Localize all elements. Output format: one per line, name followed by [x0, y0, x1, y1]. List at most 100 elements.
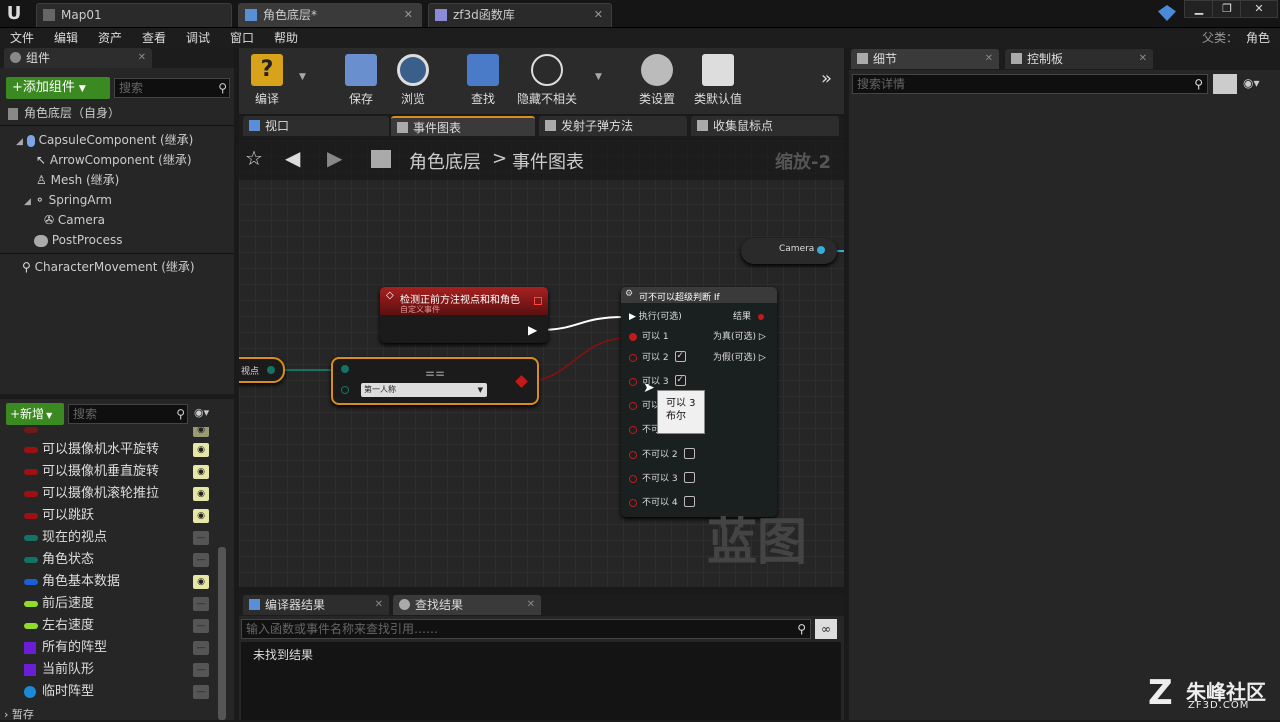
variable-row[interactable]: 前后速度 — — [0, 593, 215, 615]
close-icon[interactable]: ✕ — [1139, 49, 1147, 69]
menu-help[interactable]: 帮助 — [274, 28, 298, 48]
bool-input-pin[interactable]: 可以 1 — [629, 329, 669, 345]
components-search-input[interactable]: 搜索 ⚲ — [114, 78, 230, 98]
tab-components[interactable]: 组件 ✕ — [4, 48, 152, 68]
bool-out-pin-icon[interactable] — [515, 375, 528, 388]
delegate-pin-icon[interactable] — [534, 297, 542, 305]
property-matrix-icon[interactable] — [1213, 74, 1237, 94]
menu-edit[interactable]: 编辑 — [54, 28, 78, 48]
enum-pin-icon[interactable] — [341, 386, 349, 394]
doc-tab-blueprint[interactable]: 角色底层* ✕ — [238, 3, 422, 27]
variable-row[interactable]: 可以摄像机垂直旋转 ◉ — [0, 461, 215, 483]
equal-enum-node[interactable]: == 第一人称 ▼ — [331, 357, 539, 405]
checkbox[interactable] — [683, 496, 695, 507]
eye-icon[interactable]: ◉ — [193, 443, 209, 457]
bool-input-pin[interactable]: 可以 2 ✓ — [629, 350, 686, 366]
eye-icon[interactable]: — — [193, 663, 209, 677]
byte-pin-icon[interactable] — [267, 366, 275, 374]
tab-event-graph[interactable]: 事件图表 — [391, 116, 535, 136]
component-root[interactable]: 角色底层（自身） — [8, 103, 120, 123]
variable-row[interactable]: 临时阵型 — — [0, 681, 215, 703]
minimize-button[interactable]: ▁ — [1184, 0, 1214, 18]
view-options-icon[interactable]: ◉▾ — [1243, 76, 1260, 90]
result-pin[interactable]: 结果 — [733, 309, 764, 325]
eye-icon[interactable]: ◉ — [193, 575, 209, 589]
variable-row[interactable]: 左右速度 — — [0, 615, 215, 637]
find-in-all-blueprints-button[interactable]: ∞ — [815, 619, 837, 639]
tab-compiler-results[interactable]: 编译器结果 ✕ — [243, 595, 389, 615]
bool-input-pin[interactable]: 不可以 4 — [629, 495, 695, 511]
my-blueprint-search-input[interactable]: 搜索 ⚲ — [68, 404, 188, 424]
blueprint-graph[interactable]: ☆ ◀ ▶ 角色底层 > 事件图表 缩放-2 Camera ◇ 检测正前方注视点… — [239, 140, 844, 587]
custom-event-node[interactable]: ◇ 检测正前方注视点和和角色 自定义事件 ▶ — [380, 287, 548, 343]
menu-window[interactable]: 窗口 — [230, 28, 254, 48]
checkbox[interactable] — [683, 472, 695, 483]
eye-icon[interactable]: — — [193, 619, 209, 633]
close-icon[interactable]: ✕ — [138, 48, 146, 68]
tab-palette[interactable]: 控制板 ✕ — [1005, 49, 1153, 69]
doc-tab-map01[interactable]: Map01 — [36, 3, 232, 27]
eye-icon[interactable]: ◉ — [193, 427, 209, 437]
scrollbar[interactable] — [218, 547, 226, 720]
maximize-button[interactable]: ❐ — [1212, 0, 1242, 18]
source-control-icon[interactable] — [1158, 5, 1176, 21]
true-out-pin[interactable]: 为真(可选) ▷ — [713, 329, 766, 345]
component-postprocess[interactable]: PostProcess — [34, 230, 122, 250]
variable-get-node[interactable]: 视点 — [239, 357, 285, 383]
close-icon[interactable]: ✕ — [594, 4, 603, 26]
eye-icon[interactable]: — — [193, 531, 209, 545]
find-button[interactable]: 查找 — [455, 48, 511, 114]
exec-in-pin[interactable]: ▶ 执行(可选) — [629, 309, 682, 325]
compile-button[interactable]: ? 编译 — [239, 48, 295, 114]
close-icon[interactable]: ✕ — [527, 595, 535, 615]
details-search-input[interactable]: 搜索详情 ⚲ — [852, 74, 1208, 94]
camera-node[interactable]: Camera — [741, 238, 837, 264]
enum-dropdown[interactable]: 第一人称 ▼ — [361, 383, 487, 397]
variable-row[interactable]: 现在的视点 — — [0, 527, 215, 549]
tab-details[interactable]: 细节 ✕ — [851, 49, 999, 69]
checkbox[interactable] — [683, 448, 695, 459]
eye-icon[interactable]: — — [193, 553, 209, 567]
parent-class-value[interactable]: 角色 — [1246, 28, 1270, 48]
find-references-input[interactable]: 输入函数或事件名称来查找引用…… ⚲ — [241, 619, 811, 639]
variable-row[interactable]: 所有的阵型 — — [0, 637, 215, 659]
close-icon[interactable]: ✕ — [375, 595, 383, 615]
tab-find-results[interactable]: 查找结果 ✕ — [393, 595, 541, 615]
eye-icon[interactable]: ◉ — [193, 487, 209, 501]
view-options-icon[interactable]: ◉▾ — [194, 406, 222, 422]
compile-options-chevron-icon[interactable]: ▼ — [299, 72, 306, 82]
class-settings-button[interactable]: 类设置 — [629, 48, 685, 114]
bool-input-pin[interactable]: 可以 3 ✓ — [629, 374, 686, 390]
false-out-pin[interactable]: 为假(可选) ▷ — [713, 350, 766, 366]
toolbar-overflow-icon[interactable]: » — [821, 68, 832, 89]
close-icon[interactable]: ✕ — [985, 49, 993, 69]
hide-unrelated-button[interactable]: 隐藏不相关 — [511, 48, 583, 114]
add-new-button[interactable]: +新增 ▼ — [6, 403, 64, 425]
component-capsule[interactable]: ◢ CapsuleComponent (继承) — [16, 130, 193, 150]
component-arrow[interactable]: ↖ ArrowComponent (继承) — [36, 150, 192, 170]
close-window-button[interactable]: ✕ — [1240, 0, 1278, 18]
component-camera[interactable]: ✇ Camera — [44, 210, 105, 230]
exec-out-pin-icon[interactable]: ▶ — [528, 323, 537, 337]
eye-icon[interactable]: — — [193, 641, 209, 655]
tab-fire-bullet[interactable]: 发射子弹方法 — [539, 116, 687, 136]
close-icon[interactable]: ✕ — [404, 4, 413, 26]
bool-input-pin[interactable]: 不可以 2 — [629, 447, 695, 463]
eye-icon[interactable]: — — [193, 685, 209, 699]
enum-pin-icon[interactable] — [341, 365, 349, 373]
menu-debug[interactable]: 调试 — [186, 28, 210, 48]
variable-row[interactable]: 可以摄像机水平旋转 ◉ — [0, 439, 215, 461]
variable-row[interactable]: 角色状态 — — [0, 549, 215, 571]
variable-row[interactable]: 当前队形 — — [0, 659, 215, 681]
save-button[interactable]: 保存 — [333, 48, 389, 114]
tab-viewport[interactable]: 视口 — [243, 116, 389, 136]
hide-unrelated-chevron-icon[interactable]: ▼ — [595, 72, 602, 82]
checkbox[interactable]: ✓ — [674, 351, 686, 362]
menu-asset[interactable]: 资产 — [98, 28, 122, 48]
eye-icon[interactable]: — — [193, 597, 209, 611]
variable-row[interactable]: 角色基本数据 ◉ — [0, 571, 215, 593]
menu-view[interactable]: 查看 — [142, 28, 166, 48]
variable-row[interactable]: 可以跳跃 ◉ — [0, 505, 215, 527]
component-springarm[interactable]: ◢ ⚬ SpringArm — [24, 190, 112, 210]
doc-tab-library[interactable]: zf3d函数库 ✕ — [428, 3, 612, 27]
